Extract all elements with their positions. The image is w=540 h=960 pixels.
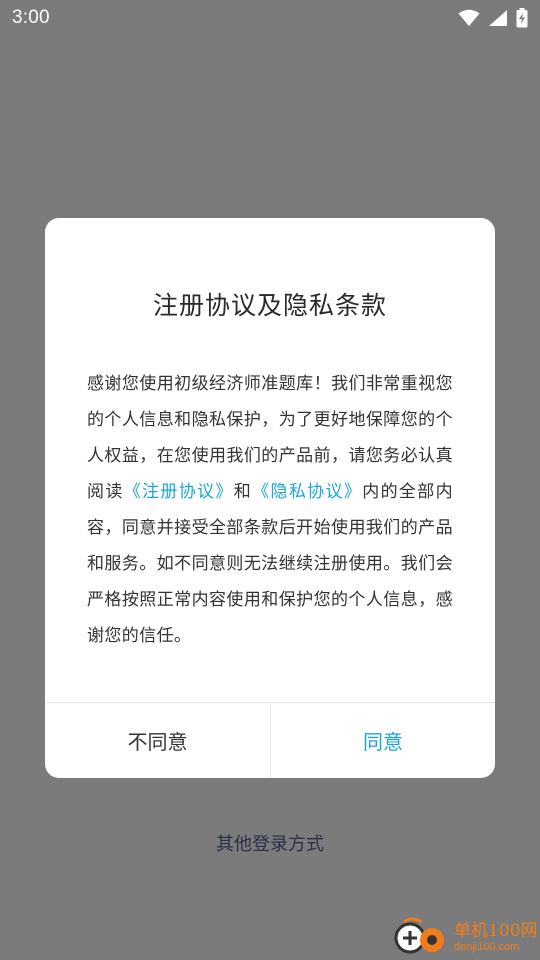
body-text-part2: 内的全部内容，同意并接受全部条款后开始使用我们的产品和服务。如不同意则无法继续注…: [87, 482, 454, 646]
agree-button[interactable]: 同意: [270, 703, 495, 778]
privacy-agreement-link[interactable]: 《隐私协议》: [252, 482, 362, 502]
status-icons: [458, 8, 528, 28]
status-time: 3:00: [12, 7, 50, 28]
watermark-icon: [392, 916, 448, 960]
wifi-icon: [458, 9, 480, 27]
watermark-title: 单机100网: [454, 921, 538, 941]
dialog-body: 感谢您使用初级经济师准题库！我们非常重视您的个人信息和隐私保护，为了更好地保障您…: [87, 366, 453, 654]
status-bar: 3:00: [0, 0, 540, 36]
body-text-and: 和: [233, 482, 253, 502]
watermark-logo: 单机100网 danji100.com: [392, 916, 540, 960]
disagree-button[interactable]: 不同意: [45, 703, 270, 778]
other-login-link[interactable]: 其他登录方式: [0, 830, 540, 856]
watermark-url: danji100.com: [454, 941, 520, 953]
signal-icon: [488, 9, 508, 27]
agreement-dialog: 注册协议及隐私条款 感谢您使用初级经济师准题库！我们非常重视您的个人信息和隐私保…: [45, 218, 495, 778]
dialog-title: 注册协议及隐私条款: [152, 291, 387, 320]
register-agreement-link[interactable]: 《注册协议》: [124, 482, 234, 502]
battery-charging-icon: [516, 8, 528, 28]
